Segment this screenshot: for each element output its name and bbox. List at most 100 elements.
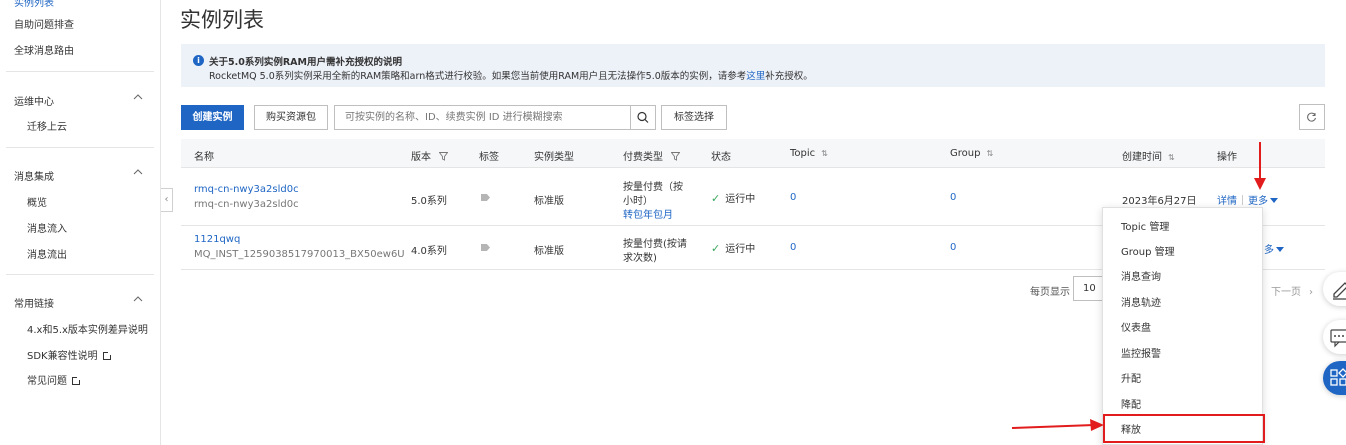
sidebar-item-instances[interactable]: 实例列表 bbox=[14, 0, 54, 9]
group-count[interactable]: 0 bbox=[950, 192, 956, 203]
tag-icon[interactable] bbox=[481, 244, 490, 251]
sidebar-item-outflow[interactable]: 消息流出 bbox=[27, 246, 67, 261]
convert-subscription-link[interactable]: 转包年包月 bbox=[623, 206, 673, 221]
feedback-button[interactable] bbox=[1323, 272, 1346, 306]
instance-id: rmq-cn-nwy3a2sld0c bbox=[194, 199, 299, 210]
sidebar-group-links[interactable]: 常用链接 bbox=[14, 295, 146, 310]
billing-type: 按量付费（按 bbox=[623, 182, 683, 193]
sidebar-collapse-toggle[interactable]: ‹ bbox=[161, 188, 173, 212]
check-icon: ✓ bbox=[711, 242, 721, 255]
annotation-arrow-down bbox=[1254, 142, 1266, 190]
sidebar-group-ops[interactable]: 运维中心 bbox=[14, 93, 146, 108]
apps-button[interactable] bbox=[1323, 361, 1346, 395]
next-page-button[interactable]: 下一页 › bbox=[1271, 283, 1313, 298]
more-dropdown[interactable]: 多 bbox=[1264, 241, 1284, 256]
instance-name-link[interactable]: 1121qwq bbox=[194, 234, 240, 245]
sidebar-item-global-routing[interactable]: 全球消息路由 bbox=[14, 42, 74, 57]
instance-name-link[interactable]: rmq-cn-nwy3a2sld0c bbox=[194, 184, 299, 195]
notice-title: 关于5.0系列实例RAM用户需补充授权的说明 bbox=[209, 57, 402, 68]
menu-item-upgrade[interactable]: 升配 bbox=[1121, 370, 1141, 385]
more-label: 更多 bbox=[1248, 196, 1268, 207]
sidebar-item-version-diff[interactable]: 4.x和5.x版本实例差异说明 bbox=[27, 321, 148, 336]
notice-link[interactable]: 这里 bbox=[746, 71, 765, 82]
sidebar-item-faq[interactable]: 常见问题 bbox=[27, 372, 81, 387]
create-instance-button[interactable]: 创建实例 bbox=[181, 105, 244, 130]
refresh-button[interactable] bbox=[1299, 104, 1325, 130]
sort-icon: ⇅ bbox=[986, 149, 994, 158]
instance-type: 标准版 bbox=[534, 246, 564, 257]
col-action: 操作 bbox=[1217, 152, 1237, 163]
menu-item-message-query[interactable]: 消息查询 bbox=[1121, 268, 1161, 283]
divider bbox=[6, 71, 154, 72]
tag-icon[interactable] bbox=[481, 194, 490, 201]
col-name: 名称 bbox=[194, 152, 214, 163]
col-label: 版本 bbox=[411, 152, 431, 163]
chat-button[interactable] bbox=[1323, 320, 1346, 354]
edit-icon bbox=[1333, 282, 1346, 300]
search-icon bbox=[637, 111, 649, 123]
caret-down-icon bbox=[1276, 247, 1284, 252]
billing-type-cont: 求次数) bbox=[623, 253, 657, 264]
notice-body: RocketMQ 5.0系列实例采用全新的RAM策略和arn格式进行校验。如果您… bbox=[209, 68, 813, 82]
status-text: 运行中 bbox=[725, 194, 756, 205]
more-dropdown[interactable]: 更多 bbox=[1248, 196, 1278, 207]
search-input[interactable]: 可按实例的名称、ID、续费实例 ID 进行模糊搜索 bbox=[334, 105, 631, 130]
detail-link[interactable]: 详情 bbox=[1217, 196, 1237, 207]
external-link-icon bbox=[72, 376, 81, 385]
topic-count[interactable]: 0 bbox=[790, 192, 796, 203]
sort-icon: ⇅ bbox=[1168, 153, 1175, 162]
group-title: 运维中心 bbox=[14, 97, 54, 108]
menu-item-dashboard[interactable]: 仪表盘 bbox=[1121, 319, 1151, 334]
refresh-icon bbox=[1307, 112, 1316, 122]
notice-text: 补充授权。 bbox=[765, 71, 813, 82]
group-title: 消息集成 bbox=[14, 172, 54, 183]
search-button[interactable] bbox=[630, 105, 656, 130]
filter-icon bbox=[670, 152, 681, 161]
col-created[interactable]: 创建时间 ⇅ bbox=[1122, 148, 1175, 163]
chevron-up-icon bbox=[133, 296, 143, 302]
menu-item-downgrade[interactable]: 降配 bbox=[1121, 396, 1141, 411]
created-time: 2023年6月27日 bbox=[1122, 196, 1197, 207]
filter-icon bbox=[438, 152, 449, 161]
menu-item-monitor-alert[interactable]: 监控报警 bbox=[1121, 345, 1161, 360]
more-actions-menu: Topic 管理 Group 管理 消息查询 消息轨迹 仪表盘 监控报警 升配 … bbox=[1102, 207, 1265, 445]
chat-icon bbox=[1330, 329, 1346, 348]
row-actions: 详情 更多 bbox=[1217, 192, 1278, 207]
caret-down-icon bbox=[1270, 198, 1278, 203]
col-group[interactable]: Group ⇅ bbox=[950, 148, 993, 159]
col-topic[interactable]: Topic ⇅ bbox=[790, 148, 828, 159]
annotation-arrow-right bbox=[1011, 419, 1104, 431]
topic-count[interactable]: 0 bbox=[790, 242, 796, 253]
group-count[interactable]: 0 bbox=[950, 242, 956, 253]
menu-item-group-manage[interactable]: Group 管理 bbox=[1121, 243, 1175, 258]
info-icon: i bbox=[193, 55, 204, 66]
tag-filter-button[interactable]: 标签选择 bbox=[661, 105, 727, 130]
external-link-icon bbox=[102, 351, 112, 360]
divider bbox=[1242, 195, 1243, 205]
col-tag: 标签 bbox=[479, 152, 499, 163]
instance-id: MQ_INST_1259038517970013_BX50ew6U bbox=[194, 249, 405, 260]
sidebar-item-inflow[interactable]: 消息流入 bbox=[27, 220, 67, 235]
sidebar-item-sdk-compat[interactable]: SDK兼容性说明 bbox=[27, 347, 112, 362]
col-billing[interactable]: 付费类型 bbox=[623, 148, 681, 163]
sidebar-item-migrate[interactable]: 迁移上云 bbox=[27, 118, 67, 133]
group-title: 常用链接 bbox=[14, 299, 54, 310]
sidebar: 实例列表 自助问题排查 全球消息路由 运维中心 迁移上云 消息集成 概览 消息流… bbox=[0, 0, 161, 445]
status-text: 运行中 bbox=[725, 244, 756, 255]
col-label: Group bbox=[950, 148, 981, 159]
sidebar-group-integration[interactable]: 消息集成 bbox=[14, 168, 146, 183]
sidebar-item-self-check[interactable]: 自助问题排查 bbox=[14, 16, 74, 31]
instance-version: 5.0系列 bbox=[411, 196, 447, 207]
buy-package-button[interactable]: 购买资源包 bbox=[254, 105, 328, 130]
chevron-up-icon bbox=[133, 169, 143, 175]
chevron-up-icon bbox=[133, 94, 143, 100]
page-size-label: 每页显示 bbox=[1030, 287, 1070, 298]
col-label: Topic bbox=[790, 148, 816, 159]
menu-item-topic-manage[interactable]: Topic 管理 bbox=[1121, 218, 1169, 233]
notice-banner: i 关于5.0系列实例RAM用户需补充授权的说明 RocketMQ 5.0系列实… bbox=[181, 44, 1325, 87]
col-version[interactable]: 版本 bbox=[411, 148, 449, 163]
menu-item-message-trace[interactable]: 消息轨迹 bbox=[1121, 294, 1161, 309]
notice-text: RocketMQ 5.0系列实例采用全新的RAM策略和arn格式进行校验。如果您… bbox=[209, 71, 747, 82]
page-size-select[interactable]: 10 bbox=[1073, 276, 1103, 301]
sidebar-item-overview[interactable]: 概览 bbox=[27, 194, 47, 209]
